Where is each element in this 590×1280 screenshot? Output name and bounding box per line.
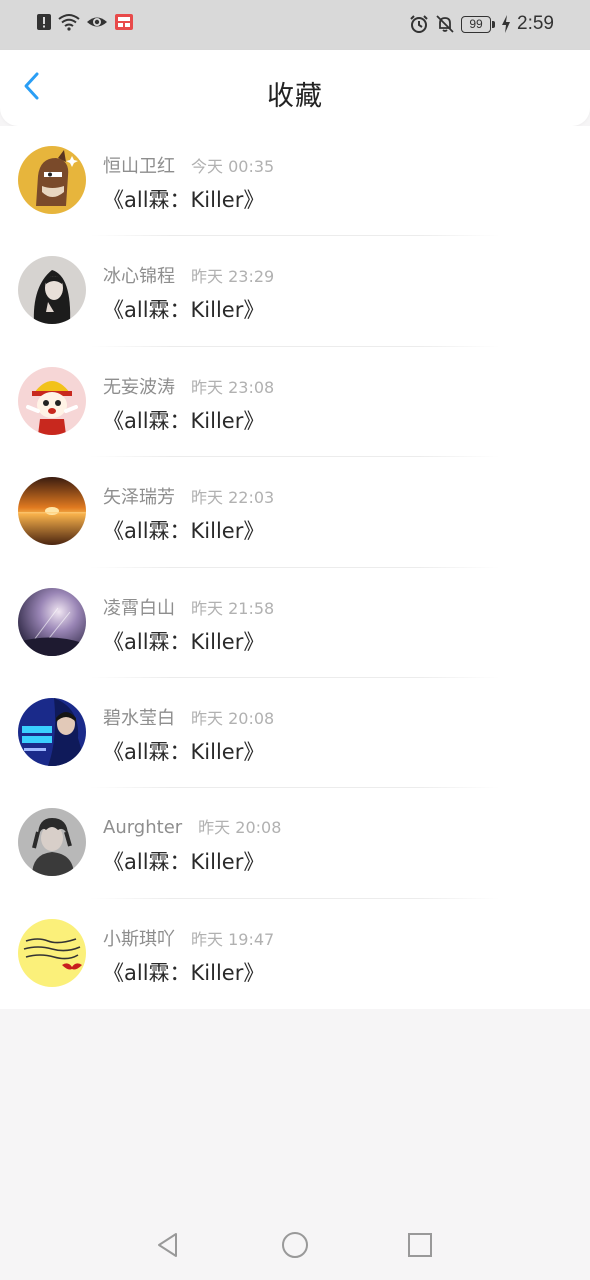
nav-back-icon (154, 1231, 182, 1263)
timestamp: 昨天 22:03 (191, 488, 275, 508)
timestamp: 今天 00:35 (191, 157, 275, 176)
nav-back-button[interactable] (153, 1232, 183, 1262)
yellow-note-avatar[interactable] (18, 918, 86, 987)
username[interactable]: 恒山卫红 (103, 152, 175, 178)
post-title[interactable]: 《all霖：Killer》 (103, 184, 264, 214)
post-title[interactable]: 《all霖：Killer》 (103, 846, 264, 876)
status-icons-left (36, 13, 134, 31)
post-title[interactable]: 《all霖：Killer》 (103, 736, 264, 766)
battery-level: 99 (461, 15, 492, 33)
item-meta: 小斯琪吖 昨天 19:47 (103, 925, 274, 951)
sky-light-avatar[interactable] (18, 587, 86, 656)
post-title[interactable]: 《all霖：Killer》 (103, 626, 264, 656)
item-meta: 冰心锦程 昨天 23:29 (103, 262, 274, 288)
nav-header: 收藏 (0, 50, 590, 126)
nav-home-button[interactable] (280, 1232, 310, 1262)
mute-bell-icon (435, 14, 455, 34)
username[interactable]: 冰心锦程 (103, 262, 175, 288)
person-portrait-avatar[interactable] (18, 808, 86, 877)
system-navigation-bar (0, 1212, 590, 1280)
item-meta: 碧水莹白 昨天 20:08 (103, 704, 274, 730)
horse-avatar[interactable] (18, 146, 86, 214)
alert-icon (36, 13, 52, 31)
nav-recent-icon (406, 1231, 434, 1263)
nav-recent-button[interactable] (405, 1232, 435, 1262)
sunset-avatar[interactable] (18, 477, 86, 546)
timestamp: 昨天 21:58 (191, 598, 275, 618)
item-meta: 恒山卫红 今天 00:35 (103, 152, 274, 178)
username[interactable]: 碧水莹白 (103, 704, 175, 730)
cartoon-kid-avatar[interactable] (18, 366, 86, 435)
list-item[interactable]: 小斯琪吖 昨天 19:47 《all霖：Killer》 (0, 899, 590, 1009)
page-title: 收藏 (267, 81, 323, 112)
timestamp: 昨天 19:47 (191, 929, 275, 949)
list-item[interactable]: 凌霄白山 昨天 21:58 《all霖：Killer》 (0, 568, 590, 678)
list-item[interactable]: 无妄波涛 昨天 23:08 《all霖：Killer》 (0, 347, 590, 458)
status-time: 2:59 (517, 13, 554, 34)
favorites-list: 恒山卫红 今天 00:35 《all霖：Killer》 冰心锦程 昨天 23:2… (0, 126, 590, 1010)
item-meta: Aurghter 昨天 20:08 (103, 814, 281, 838)
username[interactable]: Aurghter (103, 817, 182, 838)
list-item[interactable]: 恒山卫红 今天 00:35 《all霖：Killer》 (0, 126, 590, 237)
status-icons-right: 99 2:59 (409, 13, 554, 35)
username[interactable]: 矢泽瑞芳 (103, 483, 175, 509)
timestamp: 昨天 20:08 (191, 708, 275, 728)
eye-icon (86, 13, 108, 31)
nav-home-icon (281, 1231, 309, 1263)
post-title[interactable]: 《all霖：Killer》 (103, 405, 264, 435)
post-title[interactable]: 《all霖：Killer》 (103, 515, 264, 545)
item-meta: 凌霄白山 昨天 21:58 (103, 594, 274, 620)
username[interactable]: 凌霄白山 (103, 594, 175, 620)
dark-hair-girl-avatar[interactable] (18, 256, 86, 325)
username[interactable]: 无妄波涛 (103, 373, 175, 399)
charging-icon (501, 15, 511, 33)
timestamp: 昨天 23:29 (191, 267, 275, 287)
item-meta: 无妄波涛 昨天 23:08 (103, 373, 274, 399)
status-bar: 99 2:59 (0, 0, 590, 50)
list-item[interactable]: Aurghter 昨天 20:08 《all霖：Killer》 (0, 788, 590, 899)
timestamp: 昨天 20:08 (198, 818, 282, 838)
wifi-icon (58, 13, 80, 31)
list-item[interactable]: 矢泽瑞芳 昨天 22:03 《all霖：Killer》 (0, 457, 590, 568)
timestamp: 昨天 23:08 (191, 377, 275, 397)
list-item[interactable]: 碧水莹白 昨天 20:08 《all霖：Killer》 (0, 678, 590, 789)
app-notification-icon (114, 13, 134, 31)
list-item[interactable]: 冰心锦程 昨天 23:29 《all霖：Killer》 (0, 236, 590, 347)
username[interactable]: 小斯琪吖 (103, 925, 175, 951)
post-title[interactable]: 《all霖：Killer》 (103, 957, 264, 987)
poster-avatar[interactable] (18, 697, 86, 766)
alarm-icon (409, 14, 429, 34)
post-title[interactable]: 《all霖：Killer》 (103, 294, 264, 324)
battery-icon: 99 (461, 15, 496, 33)
item-meta: 矢泽瑞芳 昨天 22:03 (103, 483, 274, 509)
